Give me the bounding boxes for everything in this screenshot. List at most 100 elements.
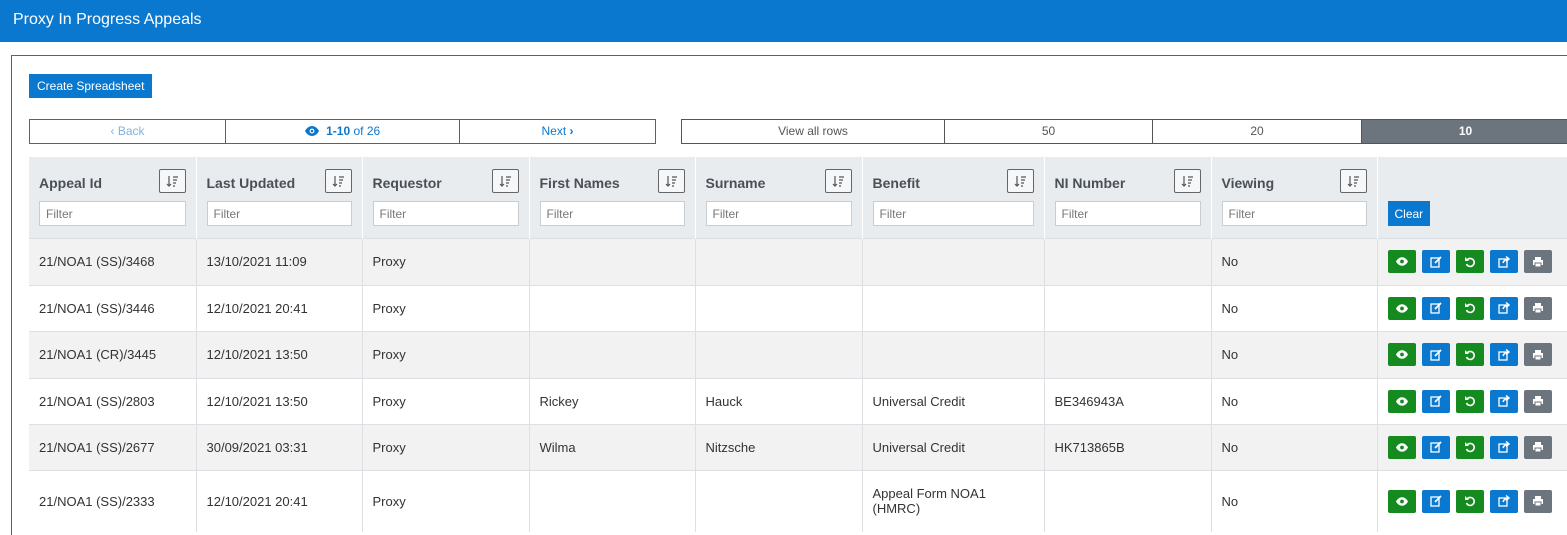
print-button[interactable] bbox=[1523, 250, 1552, 273]
edit-button[interactable] bbox=[1421, 389, 1450, 413]
edit-icon bbox=[1429, 255, 1442, 268]
print-button[interactable] bbox=[1523, 296, 1552, 320]
share-button[interactable] bbox=[1489, 250, 1518, 273]
share-icon bbox=[1497, 395, 1510, 407]
filter-input-surname[interactable] bbox=[705, 201, 852, 226]
sort-icon[interactable] bbox=[1339, 169, 1367, 193]
share-icon bbox=[1497, 495, 1510, 507]
create-spreadsheet-button[interactable]: Create Spreadsheet bbox=[29, 74, 153, 98]
column-label: NI Number bbox=[1054, 175, 1126, 191]
cell-actions bbox=[1377, 423, 1567, 470]
edit-button[interactable] bbox=[1421, 343, 1450, 366]
cell-ni-number bbox=[1044, 469, 1212, 532]
undo-icon bbox=[1464, 441, 1476, 453]
cell-appeal-id: 21/NOA1 (CR)/3445 bbox=[29, 330, 197, 378]
share-button[interactable] bbox=[1489, 389, 1518, 413]
view-button[interactable] bbox=[1387, 435, 1416, 459]
share-icon bbox=[1497, 348, 1510, 361]
cell-ni-number: BE346943A bbox=[1044, 377, 1212, 424]
view-button[interactable] bbox=[1387, 296, 1416, 320]
share-button[interactable] bbox=[1489, 343, 1518, 366]
cell-ni-number bbox=[1044, 330, 1212, 378]
column-label: First Names bbox=[539, 175, 620, 191]
cell-benefit: Universal Credit bbox=[862, 423, 1045, 470]
cell-surname: Hauck bbox=[695, 377, 863, 424]
filter-input-ni-number[interactable] bbox=[1054, 201, 1201, 226]
print-button[interactable] bbox=[1523, 435, 1552, 459]
cell-benefit: Appeal Form NOA1 (HMRC) bbox=[862, 469, 1045, 532]
filter-input-first-names[interactable] bbox=[539, 201, 685, 226]
cell-last-updated: 30/09/2021 03:31 bbox=[196, 423, 363, 470]
sort-icon[interactable] bbox=[491, 169, 519, 193]
table-row: 21/NOA1 (SS)/3468 13/10/2021 11:09 Proxy No bbox=[29, 237, 1567, 285]
cell-viewing: No bbox=[1211, 423, 1378, 470]
column-label: Appeal Id bbox=[39, 175, 103, 191]
view-button[interactable] bbox=[1387, 489, 1416, 513]
view-button[interactable] bbox=[1387, 250, 1416, 273]
revert-button[interactable] bbox=[1455, 343, 1484, 366]
filter-input-appeal-id[interactable] bbox=[39, 201, 186, 226]
cell-first-names bbox=[529, 469, 696, 532]
cell-benefit bbox=[862, 237, 1045, 285]
print-button[interactable] bbox=[1523, 343, 1552, 366]
cell-benefit bbox=[862, 284, 1045, 331]
sort-icon[interactable] bbox=[824, 169, 852, 193]
table-row: 21/NOA1 (SS)/3446 12/10/2021 20:41 Proxy No bbox=[29, 284, 1567, 331]
chevron-left-icon: ‹ bbox=[110, 124, 115, 138]
cell-ni-number bbox=[1044, 284, 1212, 331]
sort-icon[interactable] bbox=[324, 169, 352, 193]
next-button[interactable]: Next › bbox=[460, 120, 655, 143]
edit-button[interactable] bbox=[1421, 435, 1450, 459]
rows-20-option[interactable]: 20 bbox=[1153, 120, 1362, 143]
eye-icon bbox=[1395, 257, 1408, 266]
rows-50-option[interactable]: 50 bbox=[945, 120, 1153, 143]
page-total: of 26 bbox=[353, 124, 381, 138]
print-button[interactable] bbox=[1523, 389, 1552, 413]
rows-10-option[interactable]: 10 bbox=[1362, 120, 1567, 143]
cell-requestor: Proxy bbox=[362, 330, 530, 378]
back-button[interactable]: ‹ Back bbox=[30, 120, 226, 143]
filter-input-benefit[interactable] bbox=[872, 201, 1034, 226]
print-button[interactable] bbox=[1523, 489, 1552, 513]
page-range: 1-10 of 26 bbox=[226, 120, 460, 143]
share-button[interactable] bbox=[1489, 489, 1518, 513]
edit-icon bbox=[1429, 441, 1442, 453]
edit-button[interactable] bbox=[1421, 250, 1450, 273]
revert-button[interactable] bbox=[1455, 489, 1484, 513]
revert-button[interactable] bbox=[1455, 435, 1484, 459]
cell-surname bbox=[695, 237, 863, 285]
revert-button[interactable] bbox=[1455, 250, 1484, 273]
cell-actions bbox=[1377, 377, 1567, 424]
clear-filters-button[interactable]: Clear bbox=[1387, 201, 1431, 226]
table-row: 21/NOA1 (SS)/2677 30/09/2021 03:31 Proxy Wi… bbox=[29, 423, 1567, 470]
eye-icon bbox=[1395, 303, 1408, 313]
undo-icon bbox=[1464, 395, 1476, 407]
share-icon bbox=[1497, 441, 1510, 453]
filter-input-last-updated[interactable] bbox=[206, 201, 352, 226]
page-range-value: 1-10 bbox=[326, 124, 351, 138]
view-all-rows-option[interactable]: View all rows bbox=[682, 120, 945, 143]
column-header-requestor: Requestor bbox=[362, 157, 530, 238]
share-button[interactable] bbox=[1489, 435, 1518, 459]
filter-input-viewing[interactable] bbox=[1221, 201, 1367, 226]
cell-last-updated: 13/10/2021 11:09 bbox=[196, 237, 363, 285]
revert-button[interactable] bbox=[1455, 296, 1484, 320]
eye-icon bbox=[1395, 396, 1408, 406]
eye-icon bbox=[1395, 496, 1408, 506]
edit-button[interactable] bbox=[1421, 296, 1450, 320]
sort-icon[interactable] bbox=[657, 169, 685, 193]
revert-button[interactable] bbox=[1455, 389, 1484, 413]
view-button[interactable] bbox=[1387, 389, 1416, 413]
cell-requestor: Proxy bbox=[362, 237, 530, 285]
sort-icon[interactable] bbox=[158, 169, 186, 193]
edit-button[interactable] bbox=[1421, 489, 1450, 513]
cell-requestor: Proxy bbox=[362, 284, 530, 331]
view-button[interactable] bbox=[1387, 343, 1416, 366]
sort-icon[interactable] bbox=[1173, 169, 1201, 193]
cell-last-updated: 12/10/2021 13:50 bbox=[196, 330, 363, 378]
filter-input-requestor[interactable] bbox=[372, 201, 519, 226]
share-button[interactable] bbox=[1489, 296, 1518, 320]
table-row: 21/NOA1 (SS)/2803 12/10/2021 13:50 Proxy Ri… bbox=[29, 377, 1567, 424]
print-icon bbox=[1532, 495, 1544, 507]
sort-icon[interactable] bbox=[1006, 169, 1034, 193]
